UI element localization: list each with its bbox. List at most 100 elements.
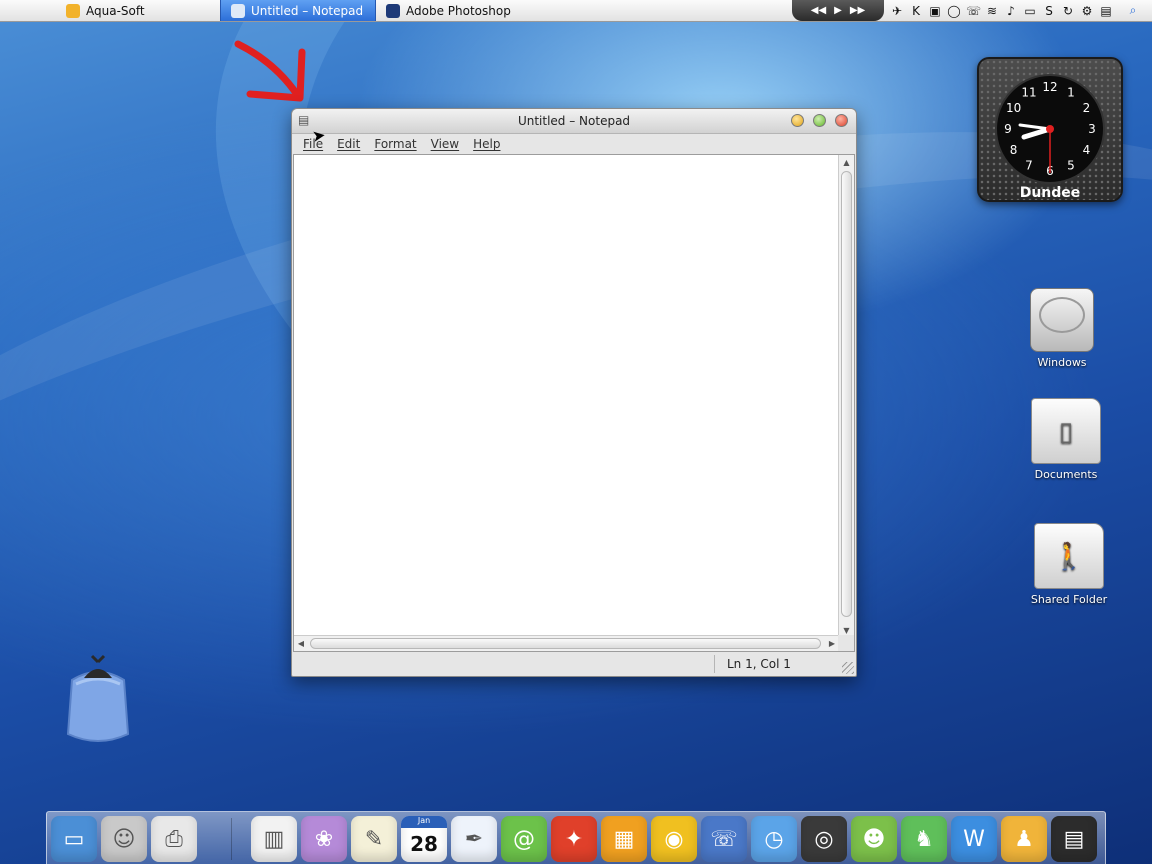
text-editor[interactable]: ▲ ▼ ◀ ▶ xyxy=(293,154,855,652)
desktop-icon-label: Documents xyxy=(1034,468,1098,481)
scroll-left-icon[interactable]: ◀ xyxy=(294,636,308,651)
calendar-icon[interactable]: Jan 28 xyxy=(401,816,447,862)
network-icon[interactable]: ≋ xyxy=(985,4,999,18)
gear-icon[interactable]: ⚙ xyxy=(1080,4,1094,18)
red-arrow-annotation xyxy=(234,40,306,102)
clock-number: 3 xyxy=(1088,122,1096,136)
apple-menu-icon[interactable] xyxy=(0,0,56,21)
task-label: Aqua-Soft xyxy=(86,3,145,18)
vertical-scrollbar[interactable]: ▲ ▼ xyxy=(838,155,854,637)
phone-icon[interactable]: ☏ xyxy=(966,4,981,18)
desktop-icon-label: Shared Folder xyxy=(1030,593,1108,606)
notes-icon[interactable]: ✎ xyxy=(351,816,397,862)
menu-format[interactable]: Format xyxy=(374,137,416,151)
desktop-icon-shared-folder[interactable]: 🚶 Shared Folder xyxy=(1014,523,1124,606)
dvd-icon[interactable]: ◎ xyxy=(801,816,847,862)
window-titlebar[interactable]: ▤ Untitled – Notepad xyxy=(292,109,856,134)
vertical-scroll-thumb[interactable] xyxy=(841,171,852,617)
search-icon[interactable]: ⌕ xyxy=(1126,3,1140,18)
finder-icon[interactable]: ☺ xyxy=(101,816,147,862)
notepad-window: ▤ Untitled – Notepad File Edit Format Vi… xyxy=(291,108,857,677)
fast-forward-icon[interactable]: ▶▶ xyxy=(850,5,865,16)
aqua-soft-icon xyxy=(66,3,80,18)
dock-separator xyxy=(231,818,232,860)
clock-number: 9 xyxy=(1004,122,1012,136)
calendar-month: Jan xyxy=(401,816,447,828)
scroll-corner xyxy=(838,635,854,651)
menu-help[interactable]: Help xyxy=(473,137,500,151)
task-label: Adobe Photoshop xyxy=(406,3,511,18)
resize-grip-icon[interactable] xyxy=(842,662,854,674)
task-photoshop[interactable]: Adobe Photoshop xyxy=(376,0,540,21)
clock-number: 10 xyxy=(1006,101,1021,115)
media-controls: ◀◀ ▶ ▶▶ xyxy=(792,0,884,21)
clock-number: 2 xyxy=(1083,101,1091,115)
calendar-day: 28 xyxy=(410,832,438,856)
desktop-icon-documents[interactable]: ▯ Documents xyxy=(1011,398,1121,481)
writing-icon[interactable]: ✒ xyxy=(451,816,497,862)
horizontal-scroll-thumb[interactable] xyxy=(310,638,821,649)
menu-edit[interactable]: Edit xyxy=(337,137,360,151)
volume-icon[interactable]: ♪ xyxy=(1004,4,1018,18)
display-icon[interactable]: ▤ xyxy=(1099,4,1113,18)
rewind-icon[interactable]: ◀◀ xyxy=(811,5,826,16)
box-icon[interactable]: ▦ xyxy=(601,816,647,862)
photo-album-icon[interactable]: ❀ xyxy=(301,816,347,862)
bird-icon[interactable]: ✈ xyxy=(890,4,904,18)
frog-icon[interactable]: ☻ xyxy=(851,816,897,862)
clock-number: 7 xyxy=(1025,158,1033,172)
clock-widget[interactable]: 121234567891011 Dundee xyxy=(977,57,1123,202)
window-title: Untitled – Notepad xyxy=(517,114,631,128)
system-tray: ✈ K ▣ ◯ ☏ ≋ ♪ ▭ S ↻ ⚙ ▤ ⌕ xyxy=(890,0,1152,21)
mouse-pointer-icon: ➤ xyxy=(310,125,327,146)
desktop-icon-windows[interactable]: Windows xyxy=(1007,288,1117,369)
scroll-right-icon[interactable]: ▶ xyxy=(825,636,839,651)
clock-number: 5 xyxy=(1067,158,1075,172)
notepad-icon xyxy=(231,3,245,18)
notepad-icon[interactable]: ▤ xyxy=(298,113,309,127)
close-button[interactable] xyxy=(835,114,848,127)
k-icon[interactable]: K xyxy=(909,4,923,18)
clock-number: 1 xyxy=(1067,86,1075,100)
trash-icon[interactable] xyxy=(62,654,134,744)
horizontal-scrollbar[interactable]: ◀ ▶ xyxy=(294,635,839,651)
clock-face: 121234567891011 xyxy=(995,74,1105,184)
mascot-icon[interactable]: ♟ xyxy=(1001,816,1047,862)
task-label: Untitled – Notepad xyxy=(251,3,364,18)
printer-icon[interactable]: ⎙ xyxy=(151,816,197,862)
safari-icon[interactable]: ◷ xyxy=(751,816,797,862)
hard-drive-icon xyxy=(1030,288,1094,352)
dock: ▭ ☺ ⎙ ▥ ❀ ✎ Jan 28 ✒ @ ✦ ▦ ◉ ☏ ◷ ◎ ☻ ♞ W ♟ ▤ xyxy=(46,811,1106,864)
top-taskbar: Aqua-Soft Untitled – Notepad Adobe Photo… xyxy=(0,0,1152,22)
monitor-icon[interactable]: ▣ xyxy=(928,4,942,18)
menu-bar: File Edit Format View Help xyxy=(292,134,856,154)
menu-view[interactable]: View xyxy=(431,137,459,151)
photoshop-icon xyxy=(386,3,400,18)
clock-number: 12 xyxy=(1042,80,1057,94)
minimize-button[interactable] xyxy=(791,114,804,127)
elephant-icon[interactable]: ♞ xyxy=(901,816,947,862)
clock-number: 4 xyxy=(1083,143,1091,157)
documents-folder-icon: ▯ xyxy=(1031,398,1101,464)
clock-city-label: Dundee xyxy=(1019,185,1081,201)
display-icon[interactable]: ▭ xyxy=(51,816,97,862)
skype-icon[interactable]: S xyxy=(1042,4,1056,18)
word-icon[interactable]: W xyxy=(951,816,997,862)
toaster-icon[interactable]: ▥ xyxy=(251,816,297,862)
chat-icon[interactable]: ☏ xyxy=(701,816,747,862)
speaker-icon[interactable]: ◉ xyxy=(651,816,697,862)
status-bar: Ln 1, Col 1 xyxy=(292,652,856,676)
sync-icon[interactable]: ↻ xyxy=(1061,4,1075,18)
task-aqua-soft[interactable]: Aqua-Soft xyxy=(56,0,220,21)
cursor-position: Ln 1, Col 1 xyxy=(714,655,840,673)
game-icon[interactable]: ✦ xyxy=(551,816,597,862)
scroll-up-icon[interactable]: ▲ xyxy=(839,155,854,169)
play-icon[interactable]: ▶ xyxy=(834,5,842,16)
battery-icon[interactable]: ▭ xyxy=(1023,4,1037,18)
task-notepad[interactable]: Untitled – Notepad xyxy=(220,0,376,21)
maximize-button[interactable] xyxy=(813,114,826,127)
desktop-icon-label: Windows xyxy=(1037,356,1087,369)
clapper-icon[interactable]: ▤ xyxy=(1051,816,1097,862)
speech-bubble-icon[interactable]: ◯ xyxy=(947,4,961,18)
mail-icon[interactable]: @ xyxy=(501,816,547,862)
